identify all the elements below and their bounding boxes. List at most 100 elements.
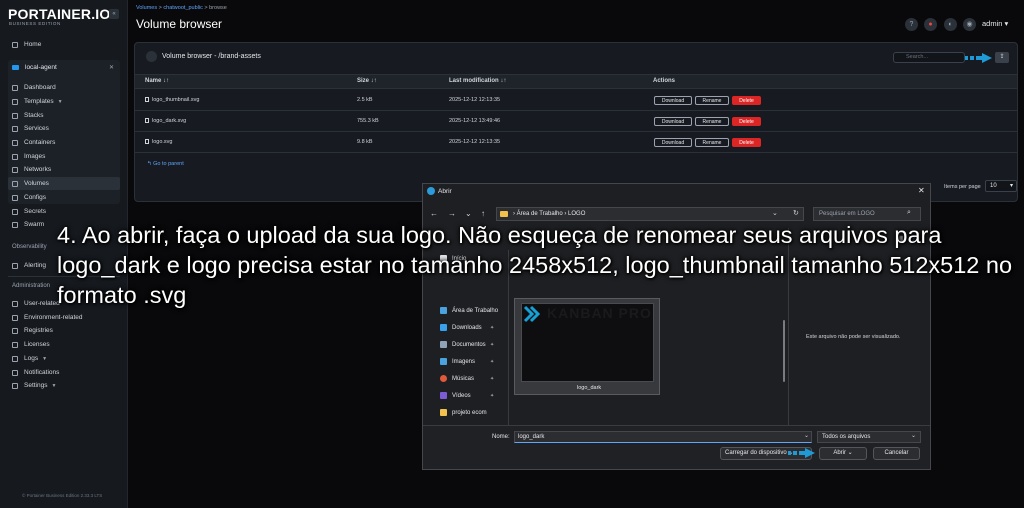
folder-icon <box>500 211 508 217</box>
pin-icon: ✦ <box>490 375 495 382</box>
go-to-parent-link[interactable]: ↰ Go to parent <box>147 161 184 167</box>
path-segment[interactable]: Área de Trabalho <box>517 211 563 217</box>
delete-button[interactable]: Delete <box>732 96 761 105</box>
chevron-down-icon: ▾ <box>1009 183 1013 189</box>
rename-button[interactable]: Rename <box>695 96 729 105</box>
table-row-modified: 2025-12-12 12:13:35 <box>449 97 501 103</box>
chevron-down-icon[interactable]: ⌄ <box>804 432 809 439</box>
file-tile-label: logo_dark <box>577 385 602 391</box>
sidebar-item-volumes[interactable]: Volumes <box>12 180 49 187</box>
tree-item-label: Músicas <box>452 375 475 382</box>
filename-input[interactable]: logo_dark <box>514 431 812 443</box>
tree-item-label: projeto ecom <box>452 409 487 416</box>
address-bar[interactable]: › Área de Trabalho › LOGO <box>496 207 804 221</box>
table-row-name[interactable]: logo.svg <box>145 139 173 145</box>
settings-icon[interactable]: ◐ <box>944 18 957 31</box>
up-icon[interactable]: ↑ <box>481 209 485 218</box>
panel-title-text: Volume browser - /brand-assets <box>162 53 261 60</box>
items-per-page-select[interactable]: 10 ▾ <box>985 180 1017 192</box>
search-input[interactable]: Search... <box>893 52 965 63</box>
sidebar-item-services[interactable]: Services <box>12 125 49 132</box>
sidebar-item-home[interactable]: Home <box>12 41 41 48</box>
sidebar-item-settings[interactable]: Settings ▼ <box>12 382 56 389</box>
tree-item-videos[interactable]: Vídeos ✦ <box>440 392 494 399</box>
sidebar-item-images[interactable]: Images <box>12 153 45 160</box>
networks-icon <box>12 166 18 173</box>
avatar[interactable]: ◉ <box>963 18 976 31</box>
breadcrumb-volume-name[interactable]: chatwoot_public <box>163 5 202 11</box>
collapse-sidebar-button[interactable]: « <box>109 9 119 19</box>
volumes-icon <box>12 180 18 187</box>
sidebar-item-label: Containers <box>24 139 56 146</box>
column-size[interactable]: Size ↓↑ <box>357 78 377 84</box>
refresh-icon[interactable]: ↻ <box>793 209 799 217</box>
file-type-select[interactable]: Todos os arquivos <box>817 431 921 443</box>
table-row-name[interactable]: logo_thumbnail.svg <box>145 97 199 103</box>
upload-button[interactable]: ⇪ <box>995 52 1009 63</box>
column-actions: Actions <box>653 78 676 84</box>
sidebar-item-user-related[interactable]: User-related <box>12 300 60 307</box>
pin-icon: ✦ <box>490 324 495 331</box>
pin-icon: ✦ <box>490 392 495 399</box>
alert-icon <box>12 262 18 269</box>
rename-button[interactable]: Rename <box>695 117 729 126</box>
chevron-down-icon[interactable]: ⌄ <box>911 432 916 439</box>
tree-item-project-folder[interactable]: projeto ecom <box>440 409 487 416</box>
sidebar-item-alerting[interactable]: Alerting <box>12 262 46 269</box>
sidebar-item-configs[interactable]: Configs <box>12 194 46 201</box>
cancel-button[interactable]: Cancelar <box>873 447 920 460</box>
sidebar-item-label: Environment-related <box>24 314 83 321</box>
sidebar-item-stacks[interactable]: Stacks <box>12 112 44 119</box>
sidebar-item-logs[interactable]: Logs ▼ <box>12 355 47 362</box>
breadcrumb-volumes[interactable]: Volumes <box>136 5 157 11</box>
column-name[interactable]: Name ↓↑ <box>145 78 169 84</box>
tree-item-downloads[interactable]: Downloads ✦ <box>440 324 494 331</box>
notification-icon[interactable]: ● <box>924 18 937 31</box>
breadcrumb-current: browse <box>209 5 227 11</box>
scrollbar[interactable] <box>783 320 785 382</box>
close-icon[interactable]: ✕ <box>918 186 925 195</box>
environment-name[interactable]: local-agent <box>12 64 57 71</box>
tree-item-documents[interactable]: Documentos ✦ <box>440 341 494 348</box>
sidebar-item-networks[interactable]: Networks <box>12 166 51 173</box>
tree-item-pictures[interactable]: Imagens ✦ <box>440 358 494 365</box>
delete-button[interactable]: Delete <box>732 117 761 126</box>
forward-icon[interactable]: → <box>448 209 456 218</box>
rename-button[interactable]: Rename <box>695 138 729 147</box>
chevron-down-icon[interactable]: ⌄ <box>772 209 778 217</box>
sidebar-item-dashboard[interactable]: Dashboard <box>12 84 56 91</box>
dialog-title: Abrir <box>438 188 452 195</box>
file-name: logo_thumbnail.svg <box>152 97 200 103</box>
close-environment-icon[interactable]: ✕ <box>109 64 114 71</box>
help-icon[interactable]: ? <box>905 18 918 31</box>
sidebar-item-registries[interactable]: Registries <box>12 327 53 334</box>
sidebar-item-notifications[interactable]: Notifications <box>12 369 59 376</box>
sidebar-item-containers[interactable]: Containers <box>12 139 55 146</box>
sidebar-item-licenses[interactable]: Licenses <box>12 341 50 348</box>
sidebar-item-environment-related[interactable]: Environment-related <box>12 314 83 321</box>
download-button[interactable]: Download <box>654 96 692 105</box>
row-divider <box>135 152 1017 153</box>
table-row-name[interactable]: logo_dark.svg <box>145 118 186 124</box>
chevron-down-icon[interactable]: ⌄ <box>465 209 472 218</box>
download-button[interactable]: Download <box>654 117 692 126</box>
table-row-modified: 2025-12-12 13:49:46 <box>449 118 501 124</box>
back-icon[interactable]: ← <box>430 209 438 218</box>
sidebar-item-templates[interactable]: Templates ▼ <box>12 98 63 105</box>
user-menu[interactable]: admin ▾ <box>982 19 1008 28</box>
sidebar-item-swarm[interactable]: Swarm <box>12 221 44 228</box>
dialog-search-input[interactable]: Pesquisar em LOGO <box>813 207 921 221</box>
download-button[interactable]: Download <box>654 138 692 147</box>
delete-button[interactable]: Delete <box>732 138 761 147</box>
sidebar-item-label: Settings <box>24 382 48 389</box>
tree-item-music[interactable]: Músicas ✦ <box>440 375 494 382</box>
path-segment[interactable]: LOGO <box>568 211 585 217</box>
sidebar-item-label: Logs <box>24 355 39 362</box>
items-per-page-label: Items per page <box>944 184 981 190</box>
configs-icon <box>12 194 18 201</box>
column-modified[interactable]: Last modification ↓↑ <box>449 78 506 84</box>
sidebar-item-label: Alerting <box>24 262 47 269</box>
edition-label: BUSINESS EDITION <box>9 21 61 26</box>
open-button[interactable]: Abrir ⌄ <box>819 447 867 460</box>
sidebar-item-secrets[interactable]: Secrets <box>12 208 46 215</box>
